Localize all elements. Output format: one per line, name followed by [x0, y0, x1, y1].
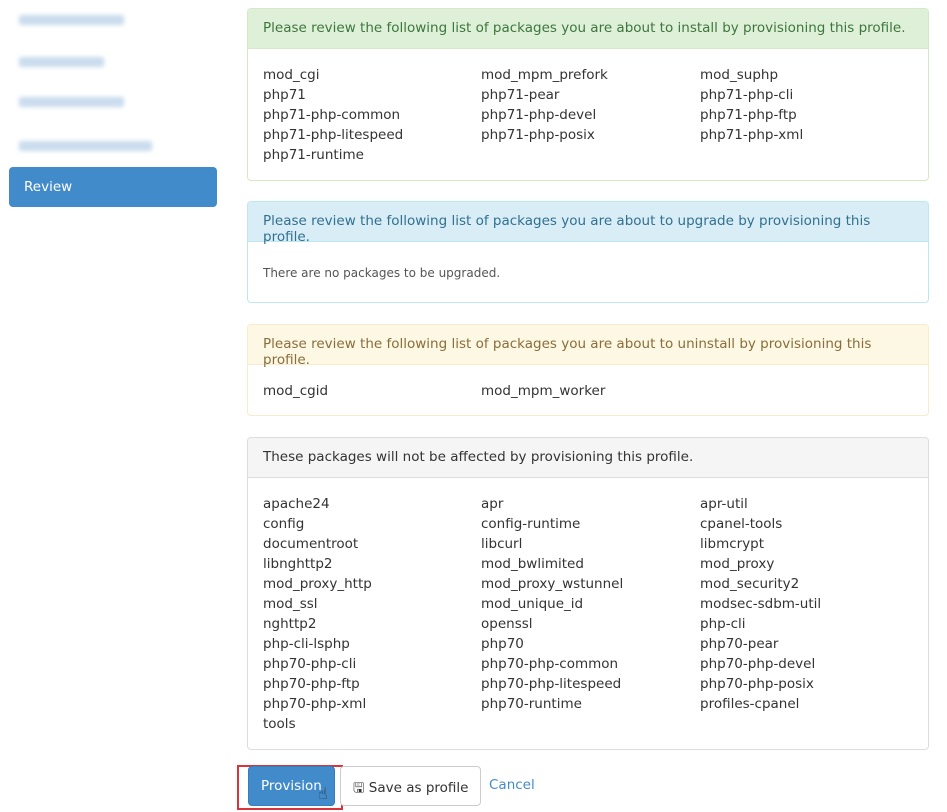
package-name: mod_proxy [700, 556, 775, 572]
package-name: php70-pear [700, 636, 779, 652]
package-name: config [263, 516, 305, 532]
package-name: php-cli [700, 616, 746, 632]
package-name: php71-php-xml [700, 127, 804, 143]
package-name: libcurl [481, 536, 523, 552]
package-name: apr-util [700, 496, 748, 512]
package-name: mod_mpm_prefork [481, 67, 608, 83]
upgrade-panel: Please review the following list of pack… [247, 201, 929, 303]
sidebar-item-review[interactable]: Review [9, 167, 217, 207]
cancel-link[interactable]: Cancel [477, 766, 547, 806]
uninstall-panel-header: Please review the following list of pack… [248, 325, 928, 368]
package-name: mod_ssl [263, 596, 318, 612]
package-name: php70-php-ftp [263, 676, 360, 692]
package-name: php71-php-cli [700, 87, 794, 103]
floppy-disk-icon: 🖫 [353, 780, 369, 796]
package-name: php70-php-devel [700, 656, 816, 672]
package-name: openssl [481, 616, 533, 632]
package-name: php70-php-xml [263, 696, 367, 712]
package-name: mod_security2 [700, 576, 800, 592]
package-name: mod_unique_id [481, 596, 584, 612]
package-name: php70-php-common [481, 656, 619, 672]
sidebar-item-blurred[interactable] [19, 15, 124, 25]
hand-cursor-icon: ☝ [318, 784, 328, 803]
package-name: php70 [481, 636, 524, 652]
package-name: mod_cgi [263, 67, 320, 83]
package-name: mod_bwlimited [481, 556, 584, 572]
sidebar-item-blurred[interactable] [19, 57, 104, 67]
unaffected-panel: These packages will not be affected by p… [247, 437, 929, 750]
package-name: documentroot [263, 536, 359, 552]
package-name: php71-php-common [263, 107, 401, 123]
install-package-list: mod_cgi mod_mpm_prefork mod_suphp php71 php7… [263, 65, 913, 165]
package-name: php-cli-lsphp [263, 636, 350, 652]
package-name: config-runtime [481, 516, 581, 532]
package-name: mod_cgid [263, 383, 329, 399]
package-name: mod_proxy_wstunnel [481, 576, 624, 592]
save-as-profile-button[interactable]: 🖫 Save as profile [340, 766, 482, 806]
package-name: php71-pear [481, 87, 560, 103]
sidebar-item-blurred[interactable] [19, 97, 124, 107]
package-name: tools [263, 716, 296, 732]
uninstall-panel: Please review the following list of pack… [247, 324, 929, 416]
uninstall-package-list: mod_cgid mod_mpm_worker [263, 381, 913, 401]
package-name: php71-php-ftp [700, 107, 797, 123]
package-name: php71 [263, 87, 306, 103]
package-name: modsec-sdbm-util [700, 596, 822, 612]
unaffected-panel-header: These packages will not be affected by p… [248, 438, 928, 478]
no-upgrade-message: There are no packages to be upgraded. [263, 266, 501, 280]
install-panel: Please review the following list of pack… [247, 8, 929, 181]
package-name: php70-php-cli [263, 656, 357, 672]
package-name: php70-runtime [481, 696, 582, 712]
package-name: php71-php-devel [481, 107, 597, 123]
unaffected-package-list: apache24 apr apr-util config config-runtime c… [263, 494, 913, 734]
package-name: mod_mpm_worker [481, 383, 606, 399]
package-name: mod_proxy_http [263, 576, 372, 592]
package-name: apr [481, 496, 504, 512]
package-name: nghttp2 [263, 616, 317, 632]
package-name: php71-runtime [263, 147, 364, 163]
package-name: profiles-cpanel [700, 696, 800, 712]
package-name: apache24 [263, 496, 330, 512]
package-name: php71-php-posix [481, 127, 595, 143]
package-name: php70-php-posix [700, 676, 814, 692]
upgrade-panel-header: Please review the following list of pack… [248, 202, 928, 245]
install-panel-header: Please review the following list of pack… [248, 9, 928, 49]
package-name: libmcrypt [700, 536, 765, 552]
package-name: mod_suphp [700, 67, 779, 83]
package-name: libnghttp2 [263, 556, 333, 572]
package-name: php70-php-litespeed [481, 676, 622, 692]
package-name: php71-php-litespeed [263, 127, 404, 143]
sidebar-item-blurred[interactable] [19, 141, 152, 151]
package-name: cpanel-tools [700, 516, 783, 532]
